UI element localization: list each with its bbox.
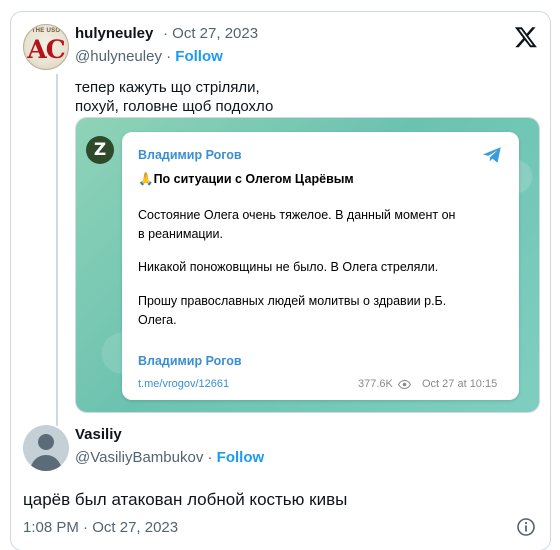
tweet-time: 1:08 PM bbox=[23, 519, 79, 536]
eye-icon bbox=[397, 379, 411, 389]
display-name[interactable]: Vasiliy bbox=[75, 426, 122, 443]
handle[interactable]: @hulyneuley bbox=[75, 48, 162, 65]
telegram-icon bbox=[482, 147, 501, 163]
telegram-paragraph: Никакой поножовщины не было. В Олега стр… bbox=[138, 260, 439, 274]
tweet-date-header[interactable]: · Oct 27, 2023 bbox=[163, 25, 258, 42]
tweet-text: тепер кажуть що стріляли, похуй, головне… bbox=[75, 78, 273, 116]
tweet-text-line: похуй, головне щоб подохло bbox=[75, 98, 274, 115]
telegram-post-date: Oct 27 at 10:15 bbox=[422, 378, 498, 390]
telegram-views: 377.6K bbox=[358, 378, 411, 390]
telegram-paragraph: Состояние Олега очень тяжелое. В данный … bbox=[138, 206, 508, 244]
telegram-text-line: Прошу православных людей молитвы о здрав… bbox=[138, 294, 447, 308]
telegram-channel-avatar: Z bbox=[86, 136, 114, 164]
telegram-post-card: Владимир Рогов 🙏По ситуации с Олегом Цар… bbox=[122, 132, 519, 400]
tweet-date: Oct 27, 2023 bbox=[92, 519, 179, 536]
tweet-date: Oct 27, 2023 bbox=[172, 25, 259, 42]
follow-button[interactable]: Follow bbox=[217, 449, 265, 466]
avatar-letters: AC bbox=[27, 35, 65, 64]
tweet-timestamp[interactable]: 1:08 PM · Oct 27, 2023 bbox=[23, 519, 178, 536]
quote-tweet-card: THE USO AC hulyneuley · Oct 27, 2023 @hu… bbox=[10, 11, 551, 550]
thread-line bbox=[56, 74, 58, 426]
telegram-text-line: в реанимации. bbox=[138, 227, 223, 241]
media-image[interactable]: Z Владимир Рогов 🙏По ситуации с Олегом Ц… bbox=[75, 117, 540, 413]
telegram-link-name: Владимир Рогов bbox=[138, 354, 242, 368]
handle-row: @hulyneuley · Follow bbox=[75, 48, 223, 65]
telegram-text-line: Состояние Олега очень тяжелое. В данный … bbox=[138, 208, 456, 222]
tweet-text-line: тепер кажуть що стріляли, bbox=[75, 79, 260, 96]
info-icon[interactable] bbox=[516, 517, 536, 537]
x-logo-icon[interactable] bbox=[514, 25, 538, 49]
avatar-default[interactable] bbox=[23, 425, 69, 471]
telegram-headline: 🙏По ситуации с Олегом Царёвым bbox=[138, 172, 354, 186]
telegram-channel-name: Владимир Рогов bbox=[138, 148, 242, 162]
follow-button[interactable]: Follow bbox=[175, 48, 223, 65]
avatar-seal-text: THE USO bbox=[31, 28, 61, 34]
telegram-text-line: Олега. bbox=[138, 313, 177, 327]
views-count: 377.6K bbox=[358, 378, 393, 390]
handle-row: @VasiliyBambukov · Follow bbox=[75, 449, 265, 466]
display-name[interactable]: hulyneuley bbox=[75, 25, 153, 42]
handle[interactable]: @VasiliyBambukov bbox=[75, 449, 203, 466]
telegram-paragraph: Прошу православных людей молитвы о здрав… bbox=[138, 292, 508, 330]
telegram-link: t.me/vrogov/12661 bbox=[138, 378, 230, 390]
tweet-text: царёв был атакован лобной костью кивы bbox=[23, 490, 348, 509]
default-avatar-icon bbox=[30, 434, 62, 471]
avatar-hulyneuley[interactable]: THE USO AC bbox=[23, 24, 69, 70]
